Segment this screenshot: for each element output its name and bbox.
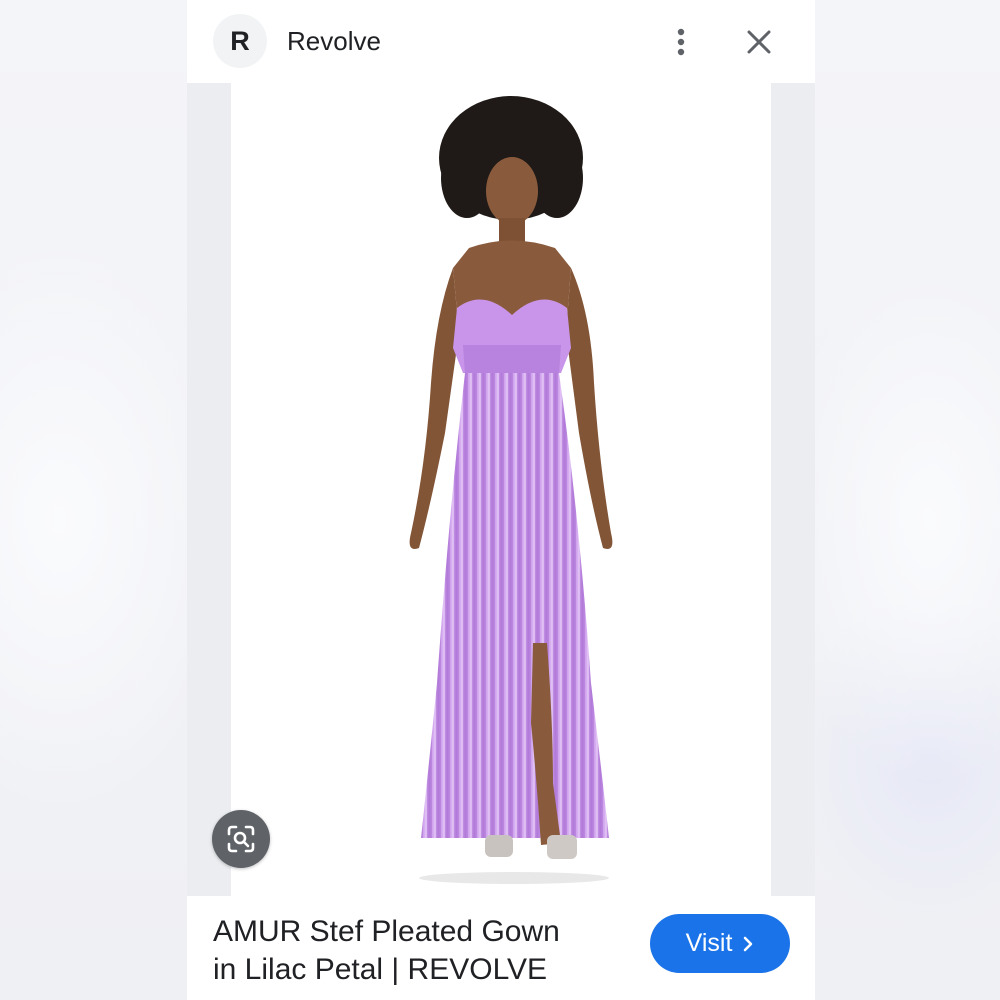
lens-search-button[interactable]: [212, 810, 270, 868]
more-vert-icon: [677, 28, 685, 56]
close-icon: [747, 30, 771, 54]
visit-button-label: Visit: [685, 929, 733, 957]
visit-button[interactable]: Visit: [650, 914, 790, 973]
logo-letter: R: [230, 26, 250, 56]
result-title[interactable]: AMUR Stef Pleated Gown in Lilac Petal | …: [213, 913, 613, 989]
product-image[interactable]: [231, 83, 771, 896]
model-in-gown-photo: [231, 83, 771, 896]
chevron-right-icon: [744, 936, 753, 951]
more-options-button[interactable]: [664, 22, 698, 62]
result-title-line-1: AMUR Stef Pleated Gown: [213, 915, 560, 948]
close-button[interactable]: [739, 22, 779, 62]
image-result-panel: R Revolve AMUR Stef Pleated Gown in Lila…: [187, 0, 815, 1000]
revolve-logo-icon: R: [230, 26, 250, 56]
panel-header: R Revolve: [187, 0, 815, 83]
result-title-line-2: in Lilac Petal | REVOLVE: [213, 953, 548, 986]
lens-search-icon: [227, 825, 255, 853]
source-name[interactable]: Revolve: [287, 26, 381, 57]
image-viewer: [187, 83, 815, 896]
source-logo[interactable]: R: [213, 14, 267, 68]
